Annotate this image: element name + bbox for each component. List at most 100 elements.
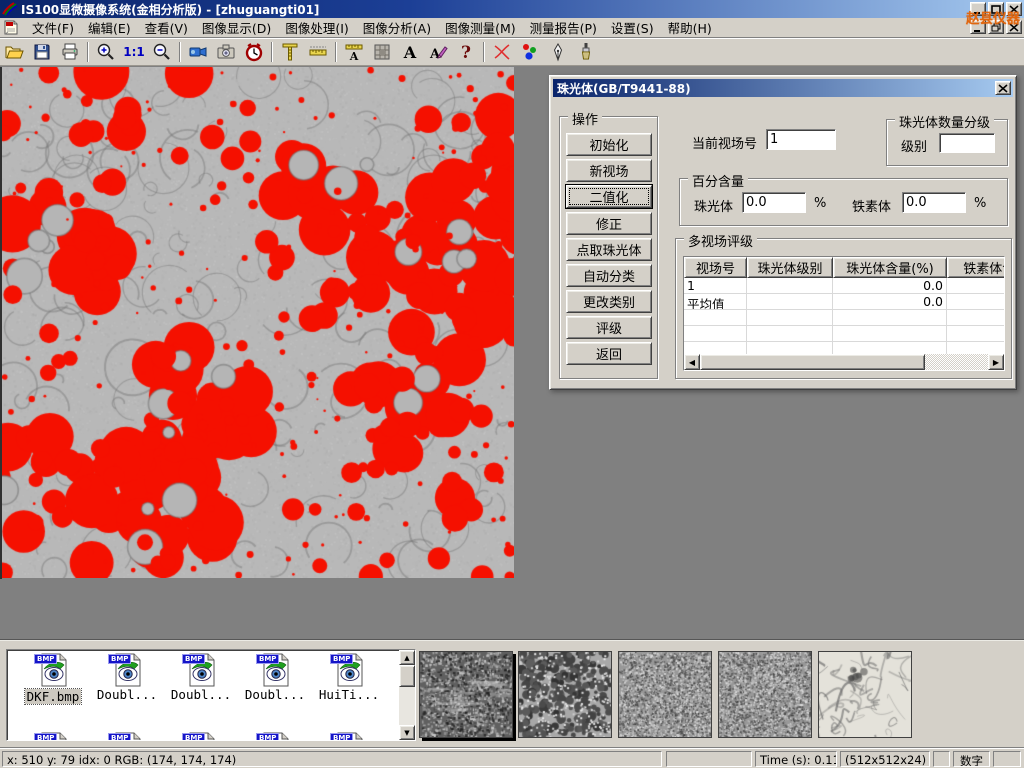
grid-icon bbox=[372, 42, 392, 62]
svg-text:?: ? bbox=[461, 43, 471, 62]
file-item[interactable]: BMP bbox=[314, 732, 384, 741]
status-panel-blank bbox=[666, 751, 752, 767]
menu-item-image-analysis[interactable]: 图像分析(A) bbox=[356, 16, 438, 39]
thumbnail-5[interactable] bbox=[818, 651, 912, 738]
scroll-down-button[interactable]: ▼ bbox=[399, 725, 415, 740]
ferrite-percent-input[interactable] bbox=[902, 192, 966, 213]
pearlite-dialog: 珠光体(GB/T9441-88) 操作 初始化 新视场 二值化 修正 点取珠光体… bbox=[549, 75, 1017, 390]
bmp-file-icon: BMP bbox=[258, 653, 292, 687]
pearlite-percent-input[interactable] bbox=[742, 192, 806, 213]
grade-group: 珠光体数量分级 级别 bbox=[886, 119, 1008, 166]
zoom-ratio-label: 1:1 bbox=[123, 45, 145, 59]
menu-item-file[interactable]: 文件(F) bbox=[25, 16, 81, 39]
zoom-in-button[interactable] bbox=[93, 39, 119, 64]
micrograph-image[interactable] bbox=[2, 67, 514, 578]
measure-label-button[interactable]: A bbox=[341, 39, 367, 64]
pick-pearlite-button[interactable]: 点取珠光体 bbox=[566, 238, 652, 261]
time-status: Time (s): 0.113 bbox=[755, 751, 837, 767]
curve-tool-button[interactable] bbox=[489, 39, 515, 64]
file-item[interactable]: BMP Doubl... bbox=[240, 653, 310, 709]
file-item[interactable]: BMP Doubl... bbox=[92, 653, 162, 709]
menu-item-measure-report[interactable]: 测量报告(P) bbox=[523, 16, 604, 39]
file-item[interactable]: BMP Doubl... bbox=[166, 653, 236, 709]
file-item[interactable]: BMP bbox=[240, 732, 310, 741]
file-item[interactable]: BMP bbox=[92, 732, 162, 741]
col-pearlite: 珠光体含量(%) bbox=[833, 257, 947, 278]
auto-classify-button[interactable] bbox=[517, 39, 543, 64]
binarize-button[interactable]: 二值化 bbox=[566, 185, 652, 208]
menu-item-edit[interactable]: 编辑(E) bbox=[81, 16, 138, 39]
video-camera-icon bbox=[188, 42, 208, 62]
caliper-measure-button[interactable] bbox=[277, 39, 303, 64]
zoom-actual-button[interactable]: 1:1 bbox=[121, 39, 147, 64]
zoom-in-icon bbox=[96, 42, 116, 62]
bmp-file-icon: BMP bbox=[110, 653, 144, 687]
dialog-close-button[interactable] bbox=[995, 81, 1011, 95]
menu-item-image-measure[interactable]: 图像测量(M) bbox=[438, 16, 523, 39]
file-item[interactable]: BMP bbox=[166, 732, 236, 741]
file-label[interactable]: HuiTi... bbox=[319, 687, 379, 702]
scrollbar-thumb[interactable] bbox=[700, 354, 925, 370]
current-field-input[interactable] bbox=[766, 129, 836, 150]
save-button[interactable] bbox=[29, 39, 55, 64]
menu-item-help[interactable]: 帮助(H) bbox=[661, 16, 719, 39]
menu-item-settings[interactable]: 设置(S) bbox=[604, 16, 661, 39]
file-list-scrollbar: ▲ ▼ bbox=[399, 650, 415, 740]
file-label[interactable]: Doubl... bbox=[245, 687, 305, 702]
brush-tool-button[interactable] bbox=[573, 39, 599, 64]
correct-button[interactable]: 修正 bbox=[566, 212, 652, 235]
cursor-position-status: x: 510 y: 79 idx: 0 RGB: (174, 174, 174) bbox=[2, 751, 662, 767]
file-item[interactable]: BMP DKF.bmp bbox=[18, 653, 88, 709]
scroll-up-button[interactable]: ▲ bbox=[399, 650, 415, 665]
dialog-title-bar: 珠光体(GB/T9441-88) bbox=[553, 79, 1013, 97]
current-field-label: 当前视场号 bbox=[692, 133, 757, 152]
menu-item-image-display[interactable]: 图像显示(D) bbox=[195, 16, 278, 39]
document-system-menu-icon[interactable] bbox=[3, 20, 19, 35]
vendor-watermark: 赵县仪器 bbox=[966, 7, 1020, 27]
photo-capture-button[interactable] bbox=[213, 39, 239, 64]
menu-item-image-process[interactable]: 图像处理(I) bbox=[278, 16, 355, 39]
menu-item-view[interactable]: 查看(V) bbox=[138, 16, 195, 39]
svg-text:A: A bbox=[403, 43, 417, 62]
menu-bar: 文件(F) 编辑(E) 查看(V) 图像显示(D) 图像处理(I) 图像分析(A… bbox=[0, 18, 1024, 38]
percent-sign: % bbox=[974, 196, 986, 211]
file-label[interactable]: Doubl... bbox=[171, 687, 231, 702]
table-row[interactable]: 平均值 0.0 bbox=[684, 294, 1004, 310]
pen-tool-button[interactable] bbox=[545, 39, 571, 64]
letter-a-pencil-icon: A bbox=[428, 42, 448, 62]
thumbnail-3[interactable] bbox=[618, 651, 712, 738]
auto-classify-button[interactable]: 自动分类 bbox=[566, 264, 652, 287]
file-list: BMP DKF.bmp BMP Doubl... bbox=[6, 649, 416, 741]
grid-button[interactable] bbox=[369, 39, 395, 64]
grade-input[interactable] bbox=[939, 133, 995, 153]
open-file-button[interactable] bbox=[1, 39, 27, 64]
ruler-measure-button[interactable] bbox=[305, 39, 331, 64]
initialize-button[interactable]: 初始化 bbox=[566, 133, 652, 156]
print-button[interactable] bbox=[57, 39, 83, 64]
scroll-right-button[interactable]: ▶ bbox=[988, 354, 1004, 370]
col-grade: 珠光体级别 bbox=[747, 257, 833, 278]
table-row[interactable]: 1 0.0 bbox=[684, 278, 1004, 294]
text-annotation-button[interactable]: A bbox=[397, 39, 423, 64]
new-field-button[interactable]: 新视场 bbox=[566, 159, 652, 182]
help-button[interactable]: ? bbox=[453, 39, 479, 64]
scrollbar-thumb[interactable] bbox=[399, 665, 415, 687]
timer-button[interactable] bbox=[241, 39, 267, 64]
file-label[interactable]: Doubl... bbox=[97, 687, 157, 702]
scrollbar-track[interactable] bbox=[925, 354, 988, 370]
thumbnail-1[interactable] bbox=[419, 651, 513, 738]
change-class-button[interactable]: 更改类别 bbox=[566, 290, 652, 313]
ruler-text-icon: A bbox=[344, 42, 364, 62]
bmp-file-icon: BMP bbox=[332, 653, 366, 687]
file-label[interactable]: DKF.bmp bbox=[25, 689, 82, 704]
rate-button[interactable]: 评级 bbox=[566, 316, 652, 339]
file-item[interactable]: BMP HuiTi... bbox=[314, 653, 384, 709]
thumbnail-2[interactable] bbox=[518, 651, 612, 738]
scroll-left-button[interactable]: ◀ bbox=[684, 354, 700, 370]
thumbnail-4[interactable] bbox=[718, 651, 812, 738]
file-item[interactable]: BMP bbox=[18, 732, 88, 741]
return-button[interactable]: 返回 bbox=[566, 342, 652, 365]
zoom-out-button[interactable] bbox=[149, 39, 175, 64]
video-capture-button[interactable] bbox=[185, 39, 211, 64]
text-edit-button[interactable]: A bbox=[425, 39, 451, 64]
